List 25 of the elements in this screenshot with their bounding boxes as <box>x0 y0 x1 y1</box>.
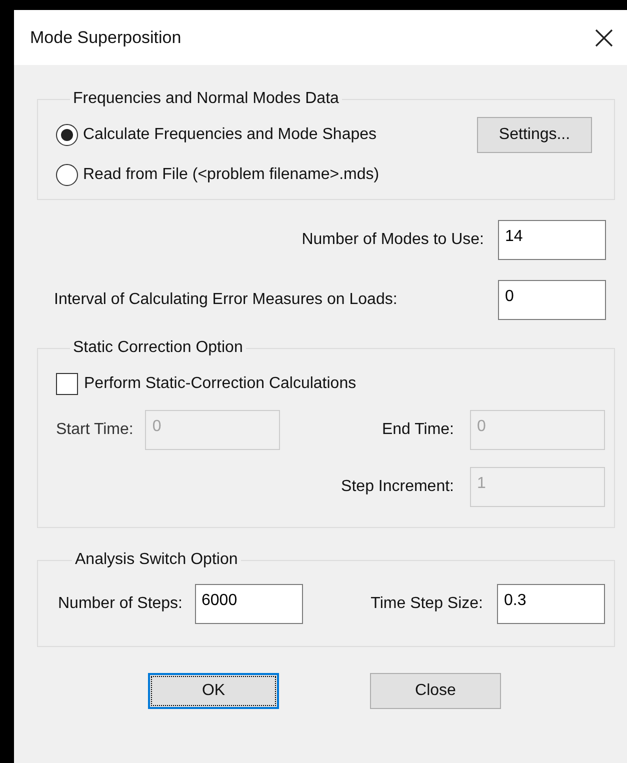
close-icon[interactable] <box>595 28 613 46</box>
field-label: Calculate Frequencies and Mode Shapes <box>83 125 377 145</box>
window-title: Mode Superposition <box>30 26 182 49</box>
field-label: Read from File (<problem filename>.mds) <box>83 165 380 185</box>
input-field[interactable]: 14 <box>498 220 606 260</box>
radio-button[interactable] <box>56 124 78 146</box>
ok-button[interactable]: OK <box>148 673 279 709</box>
field-label: Start Time: <box>56 420 134 440</box>
radio-button[interactable] <box>56 164 78 186</box>
settings-button[interactable]: Settings... <box>477 117 592 153</box>
input-field[interactable]: 6000 <box>194 584 302 624</box>
close-button[interactable]: Close <box>370 673 501 709</box>
field-label: Number of Steps: <box>58 594 182 614</box>
group-title: Static Correction Option <box>72 338 244 358</box>
group-title: Analysis Switch Option <box>74 550 239 570</box>
input-field[interactable]: 0 <box>498 280 606 320</box>
field-label: Number of Modes to Use: <box>302 230 484 250</box>
field-label: Perform Static-Correction Calculations <box>84 374 356 394</box>
field-label: Interval of Calculating Error Measures on Loads: <box>54 290 398 310</box>
field-label: Time Step Size: <box>370 594 483 614</box>
field-label: Step Increment: <box>341 477 454 497</box>
field-label: End Time: <box>382 420 454 440</box>
checkbox[interactable] <box>56 373 78 395</box>
group-title: Frequencies and Normal Modes Data <box>72 89 340 109</box>
input-field[interactable]: 0.3 <box>497 584 605 624</box>
